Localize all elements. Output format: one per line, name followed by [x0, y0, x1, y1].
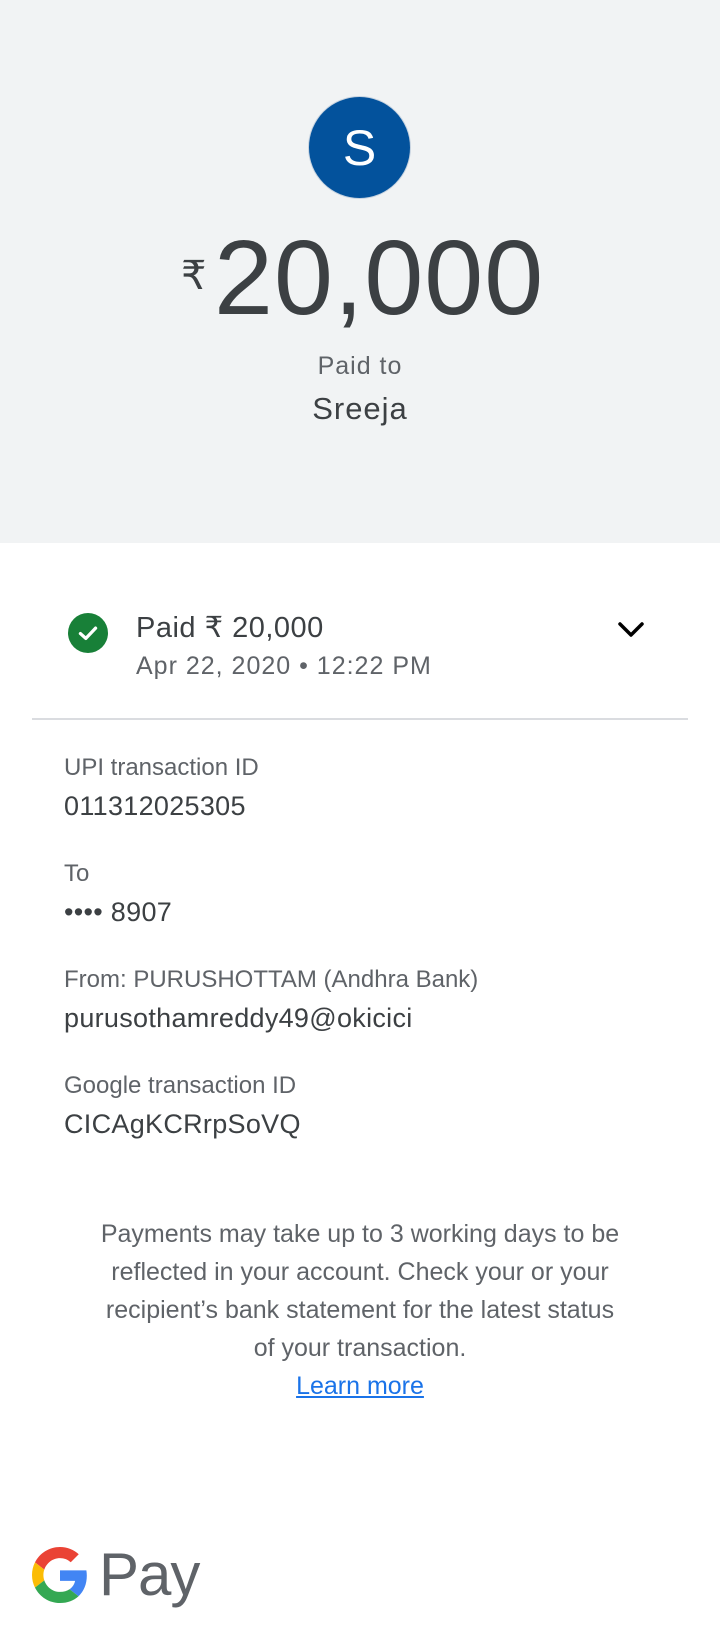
- processing-disclaimer: Payments may take up to 3 working days t…: [100, 1215, 620, 1405]
- payment-amount: 20,000: [214, 219, 545, 337]
- recipient-account-label: To: [64, 860, 90, 887]
- google-transaction-id: Google transaction ID CICAgKCRrpSoVQ: [64, 1070, 301, 1142]
- sender-account: From: PURUSHOTTAM (Andhra Bank) purusoth…: [64, 964, 478, 1036]
- upi-transaction-id-label: UPI transaction ID: [64, 754, 259, 781]
- payment-datetime: Apr 22, 2020 • 12:22 PM: [136, 652, 432, 680]
- google-pay-wordmark: Pay: [99, 1541, 200, 1608]
- payment-receipt-page: S ₹ 20,000 Paid to Sreeja Paid ₹ 20,000 …: [0, 0, 720, 1644]
- divider: [32, 718, 688, 720]
- paid-to-label: Paid to: [317, 352, 403, 380]
- google-transaction-id-label: Google transaction ID: [64, 1072, 297, 1099]
- recipient-account: To •••• 8907: [64, 858, 172, 930]
- upi-transaction-id: UPI transaction ID 011312025305: [64, 752, 259, 824]
- chevron-down-icon[interactable]: [614, 618, 648, 642]
- learn-more-link[interactable]: Learn more: [296, 1367, 424, 1405]
- sender-account-label: From: PURUSHOTTAM (Andhra Bank): [64, 966, 479, 993]
- payee-avatar: S: [309, 97, 410, 198]
- payment-status-title: Paid ₹ 20,000: [136, 612, 324, 644]
- check-circle-icon: [68, 613, 108, 653]
- payment-header: S ₹ 20,000 Paid to Sreeja: [0, 0, 720, 543]
- google-pay-logo: Pay: [32, 1540, 202, 1610]
- recipient-account-value: •••• 8907: [64, 897, 173, 927]
- amount-row: ₹ 20,000: [0, 218, 720, 338]
- sender-upi-id: purusothamreddy49@okicici: [64, 1003, 413, 1033]
- disclaimer-text: Payments may take up to 3 working days t…: [100, 1220, 620, 1362]
- upi-transaction-id-value: 011312025305: [64, 791, 246, 821]
- payment-status-row[interactable]: Paid ₹ 20,000 Apr 22, 2020 • 12:22 PM: [0, 590, 720, 690]
- google-g-icon: [32, 1547, 87, 1603]
- payee-name: Sreeja: [312, 391, 408, 426]
- currency-symbol: ₹: [181, 254, 207, 298]
- google-transaction-id-value: CICAgKCRrpSoVQ: [64, 1109, 301, 1139]
